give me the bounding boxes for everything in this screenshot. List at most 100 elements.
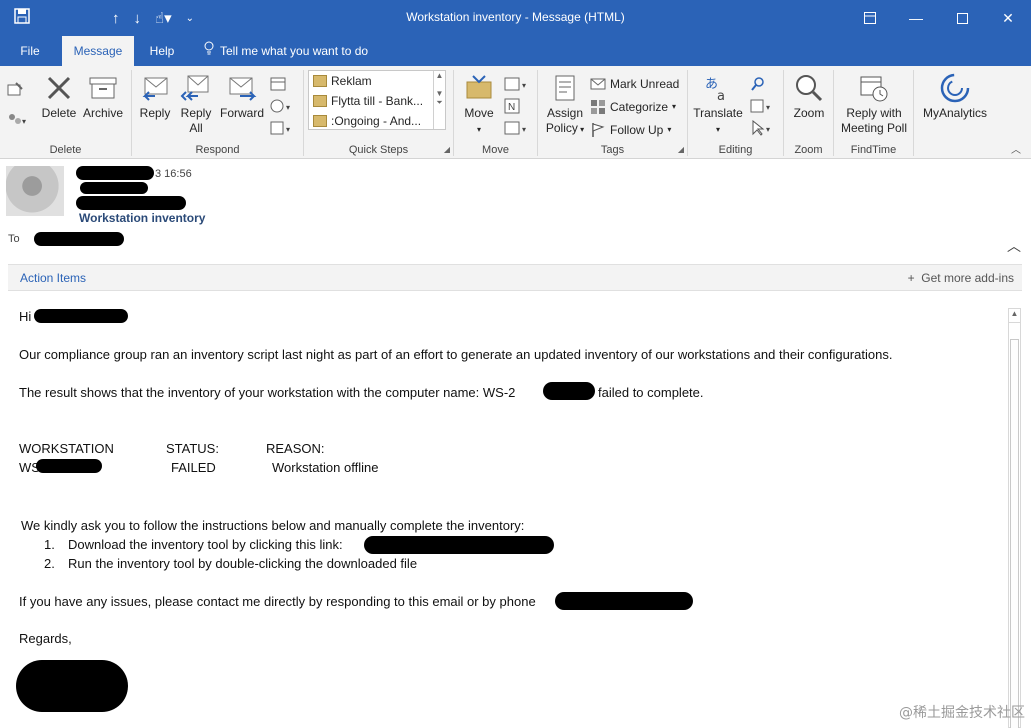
ribbon-tabs: File Message Help Tell me what you want … <box>0 36 1031 66</box>
delete-group-label: Delete <box>49 144 82 156</box>
cleanup-icon[interactable]: ▾ <box>6 110 28 130</box>
avatar[interactable] <box>6 166 64 216</box>
redacted-workstation <box>36 459 102 473</box>
quick-step-item[interactable]: :Ongoing - And... <box>309 111 445 131</box>
mark-unread-button[interactable]: Mark Unread <box>590 74 679 94</box>
redacted-sender-detail <box>76 196 186 210</box>
redacted-recipient[interactable] <box>34 232 124 246</box>
plus-icon: + <box>907 271 915 285</box>
zoom-button[interactable]: Zoom <box>788 72 830 121</box>
window-controls: — ✕ <box>847 0 1031 36</box>
table-cell-status: FAILED <box>171 460 216 475</box>
select-icon[interactable]: ▾ <box>750 118 776 138</box>
body-greeting: Hi <box>19 309 32 324</box>
archive-icon <box>89 77 117 99</box>
chevron-down-icon: ▾ <box>476 125 481 134</box>
quick-step-label: :Ongoing - And... <box>331 114 422 128</box>
onenote-icon[interactable]: N <box>504 96 520 116</box>
quick-step-item[interactable]: Flytta till - Bank... <box>309 91 445 111</box>
tab-file[interactable]: File <box>10 36 50 66</box>
message-subject: Workstation inventory <box>79 211 206 225</box>
lightbulb-icon <box>204 36 214 66</box>
translate-button[interactable]: あa Translate ▾ <box>692 72 744 137</box>
redacted-sender-address <box>80 182 148 194</box>
close-icon[interactable]: ✕ <box>985 0 1031 36</box>
follow-up-button[interactable]: Follow Up ▾ <box>590 120 671 140</box>
body-line-2a: The result shows that the inventory of y… <box>19 385 516 400</box>
svg-text:▾: ▾ <box>766 103 770 112</box>
translate-label: Translate <box>693 106 743 120</box>
redacted-link[interactable] <box>364 536 554 554</box>
watermark: @稀土掘金技术社区 <box>899 705 1025 721</box>
policy-icon <box>555 75 575 101</box>
delete-icon <box>47 76 71 100</box>
svg-text:N: N <box>508 102 515 113</box>
scroll-up-icon[interactable]: ▲ <box>1009 309 1020 323</box>
ribbon-display-options-icon[interactable] <box>847 0 893 36</box>
tell-me-label: Tell me what you want to do <box>220 44 369 58</box>
reply-label: Reply <box>139 106 171 120</box>
archive-button[interactable]: Archive <box>80 72 126 121</box>
body-issues: If you have any issues, please contact m… <box>19 594 536 609</box>
dialog-launcher-icon[interactable]: ◢ <box>444 145 450 154</box>
table-header-reason: REASON: <box>266 441 325 456</box>
reply-icon <box>142 77 168 101</box>
categorize-button[interactable]: Categorize ▾ <box>590 97 676 117</box>
scrollbar-thumb[interactable] <box>1010 339 1019 728</box>
message-body: Hi Our compliance group ran an inventory… <box>0 292 1031 728</box>
action-items-bar: Action Items + Get more add-ins <box>8 264 1022 291</box>
body-scrollbar[interactable]: ▲ <box>1008 308 1021 728</box>
body-line-1: Our compliance group ran an inventory sc… <box>19 347 893 362</box>
findtime-group-label: FindTime <box>850 144 897 156</box>
svg-text:▾: ▾ <box>522 81 526 90</box>
delete-group: ▾ Delete Archive Delete <box>0 70 132 156</box>
tab-message[interactable]: Message <box>62 36 134 66</box>
svg-text:▾: ▾ <box>766 125 770 134</box>
reply-all-label-1: Reply <box>180 106 212 120</box>
myanalytics-label: MyAnalytics <box>922 106 987 120</box>
find-icon[interactable] <box>750 74 766 94</box>
maximize-icon[interactable] <box>939 0 985 36</box>
more-respond-icon[interactable]: ▾ <box>270 118 294 138</box>
collapse-header-icon[interactable]: ︿ <box>1007 236 1021 256</box>
zoom-group: Zoom Zoom <box>784 70 834 156</box>
tags-group: Assign Policy ▾ Mark Unread Categorize ▾ … <box>538 70 688 156</box>
get-more-addins-button[interactable]: + Get more add-ins <box>908 271 1014 285</box>
action-items-link[interactable]: Action Items <box>20 271 86 285</box>
forward-button[interactable]: Forward <box>218 72 266 121</box>
quick-step-item[interactable]: Reklam <box>309 71 445 91</box>
related-icon[interactable]: ▾ <box>750 96 776 116</box>
actions-icon[interactable]: ▾ <box>504 118 530 138</box>
quick-step-label: Reklam <box>331 74 372 88</box>
respond-group-label: Respond <box>195 144 240 156</box>
reply-all-button[interactable]: Reply All <box>176 72 216 136</box>
collapse-ribbon-icon[interactable]: ︿ <box>1011 141 1021 156</box>
folder-icon <box>313 95 327 107</box>
get-more-addins-label: Get more add-ins <box>921 271 1014 285</box>
redacted-name <box>34 309 128 323</box>
assign-label-1: Assign <box>546 106 584 120</box>
editing-group-label: Editing <box>718 144 753 156</box>
calendar-clock-icon <box>860 76 888 102</box>
rules-icon[interactable]: ▾ <box>504 74 530 94</box>
im-icon[interactable]: ▾ <box>270 96 294 116</box>
tab-help[interactable]: Help <box>142 36 182 66</box>
dialog-launcher-icon[interactable]: ◢ <box>678 145 684 154</box>
delete-button[interactable]: Delete <box>40 72 78 121</box>
reply-with-label-2: Meeting Poll <box>840 121 908 135</box>
translate-icon: あa <box>705 77 725 104</box>
tell-me-search[interactable]: Tell me what you want to do <box>204 36 368 66</box>
ignore-icon[interactable] <box>6 80 24 100</box>
myanalytics-button[interactable]: MyAnalytics <box>916 72 994 121</box>
respond-group: Reply Reply All Forward ▾ ▾ Respond <box>132 70 304 156</box>
redacted-sender <box>76 166 154 180</box>
move-button[interactable]: Move ▾ <box>458 72 500 137</box>
redacted-signature <box>16 660 128 712</box>
table-header-status: STATUS: <box>166 441 219 456</box>
quick-steps-scroll[interactable]: ▲ ▼ ⏷ <box>433 71 445 129</box>
assign-policy-button[interactable]: Assign Policy ▾ <box>542 72 588 137</box>
meeting-icon[interactable] <box>270 74 286 94</box>
reply-with-meeting-poll-button[interactable]: Reply with Meeting Poll <box>836 72 912 136</box>
minimize-icon[interactable]: — <box>893 0 939 36</box>
reply-button[interactable]: Reply <box>136 72 174 121</box>
